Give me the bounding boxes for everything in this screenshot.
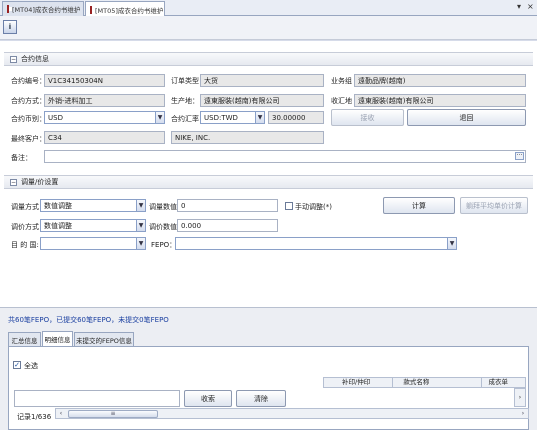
exchange-rate-label: 合约汇率 [171, 115, 199, 123]
column-header[interactable]: 款式名称 [393, 378, 483, 387]
qty-value-label: 调量数值 [149, 203, 177, 211]
fepo-select[interactable]: ▼ [175, 237, 457, 250]
destination-select[interactable]: ▼ [40, 237, 146, 250]
scroll-left-icon[interactable]: ‹ [56, 409, 66, 418]
adjust-title: 调量/价设置 [21, 178, 59, 186]
price-method-value: 数值调整 [44, 221, 72, 230]
vertical-scrollbar[interactable]: › [514, 388, 526, 407]
qty-value-input[interactable]: 0 [177, 199, 278, 212]
contract-method-field[interactable]: 外销-进料加工 [44, 94, 165, 107]
chevron-down-icon[interactable]: ▼ [255, 112, 264, 123]
final-customer-code-field[interactable]: C34 [44, 131, 165, 144]
receiving-label: 收汇地 [331, 97, 352, 105]
manual-adjust-checkbox[interactable] [285, 202, 293, 210]
order-type-field[interactable]: 大货 [200, 74, 324, 87]
tab-unsubmitted-fepo[interactable]: 未提交的FEPO信息 [74, 332, 134, 346]
price-value-input[interactable]: 0.000 [177, 219, 278, 232]
receiving-field[interactable]: 遠東服裝(越南)有限公司 [354, 94, 526, 107]
price-value-label: 调价数值 [149, 223, 177, 231]
info-tool-button[interactable]: i [3, 20, 17, 34]
tab-mt05-label: [MT05]成衣合约书维护 [95, 6, 164, 15]
tab-detail[interactable]: 明细信息 [42, 331, 73, 346]
tab-dropdown-icon[interactable]: ▾ [517, 2, 521, 11]
final-customer-label: 最终客户： [11, 135, 46, 143]
collapse-icon[interactable]: − [10, 178, 17, 186]
exchange-rate-field[interactable]: 30.00000 [268, 111, 324, 124]
filter-input[interactable] [14, 390, 180, 407]
horizontal-scrollbar[interactable]: ‹ ≡ › [55, 408, 529, 419]
average-price-calc-button[interactable]: 躺拜平均单价计算 [460, 197, 528, 214]
order-type-label: 订单类型 [171, 77, 199, 85]
exchange-rate-currency-select[interactable]: USD:TWD ▼ [200, 111, 265, 124]
chevron-down-icon[interactable]: ▼ [136, 220, 145, 231]
info-icon: i [8, 23, 12, 31]
currency-value: USD [48, 113, 63, 122]
document-icon [90, 5, 95, 14]
fepo-status-text: 共60笔FEPO，已提交60笔FEPO，未提交0笔FEPO [8, 316, 169, 324]
grip-icon: ≡ [110, 410, 116, 417]
price-method-select[interactable]: 数值调整 ▼ [40, 219, 146, 232]
select-all-label: 全选 [24, 362, 38, 370]
chevron-down-icon[interactable]: ▼ [447, 238, 456, 249]
qty-method-label: 调量方式 [11, 203, 39, 211]
remark-field[interactable] [44, 150, 526, 163]
record-counter: 记录1/636 [17, 413, 52, 421]
select-all-checkbox[interactable]: ✓ [13, 361, 21, 369]
chevron-down-icon[interactable]: ▼ [136, 200, 145, 211]
price-method-label: 调价方式 [11, 223, 39, 231]
qty-method-value: 数值调整 [44, 201, 72, 210]
receive-button[interactable]: 接收 [331, 109, 404, 126]
business-group-label: 业务组 [331, 77, 352, 85]
contract-info-title: 合约信息 [21, 55, 49, 63]
remark-label: 备注： [11, 154, 32, 162]
tab-summary[interactable]: 汇总信息 [8, 332, 41, 346]
column-header[interactable]: 补印/仲印 [324, 378, 394, 387]
search-button[interactable]: 收索 [184, 390, 232, 407]
contract-method-label: 合约方式： [11, 97, 46, 105]
fepo-label: FEPO： [151, 241, 177, 249]
scroll-thumb[interactable]: ≡ [68, 409, 158, 418]
tab-mt04[interactable]: [MT04]成衣合约书维护 [2, 1, 84, 16]
adjust-header[interactable]: − 调量/价设置 [4, 175, 533, 189]
calculate-button[interactable]: 计算 [383, 197, 455, 214]
final-customer-name-field[interactable]: NIKE, INC. [171, 131, 324, 144]
contract-no-label: 合约编号： [11, 77, 46, 85]
collapse-icon[interactable]: − [10, 55, 17, 63]
contract-no-field[interactable]: V1C34150304N [44, 74, 165, 87]
scroll-right-icon[interactable]: › [519, 394, 521, 401]
manual-adjust-label: 手动调整(*) [295, 203, 332, 211]
chevron-down-icon[interactable]: ▼ [155, 112, 164, 123]
production-field[interactable]: 遠東服裝(越南)有限公司 [200, 94, 324, 107]
close-icon[interactable]: × [527, 2, 534, 11]
return-button[interactable]: 退回 [407, 109, 526, 126]
exchange-rate-currency-value: USD:TWD [204, 113, 238, 122]
tab-mt04-label: [MT04]成衣合约书维护 [12, 6, 81, 14]
ellipsis-icon[interactable]: ··· [515, 152, 524, 160]
toolbar [0, 16, 537, 40]
destination-label: 目 的 国: [11, 241, 39, 249]
qty-method-select[interactable]: 数值调整 ▼ [40, 199, 146, 212]
currency-label: 合约币别： [11, 115, 46, 123]
scroll-right-icon[interactable]: › [518, 409, 528, 418]
document-icon [7, 5, 12, 13]
business-group-field[interactable]: 遠勤品牌(越南) [354, 74, 526, 87]
column-header[interactable]: 成衣单 [482, 378, 525, 387]
production-label: 生产地： [171, 97, 199, 105]
grid-header: 补印/仲印 款式名称 成衣单 [323, 377, 526, 388]
clear-button[interactable]: 清除 [236, 390, 286, 407]
chevron-down-icon[interactable]: ▼ [136, 238, 145, 249]
tab-mt05[interactable]: [MT05]成衣合约书维护 [85, 1, 165, 17]
currency-select[interactable]: USD ▼ [44, 111, 165, 124]
contract-info-header[interactable]: − 合约信息 [4, 52, 533, 66]
